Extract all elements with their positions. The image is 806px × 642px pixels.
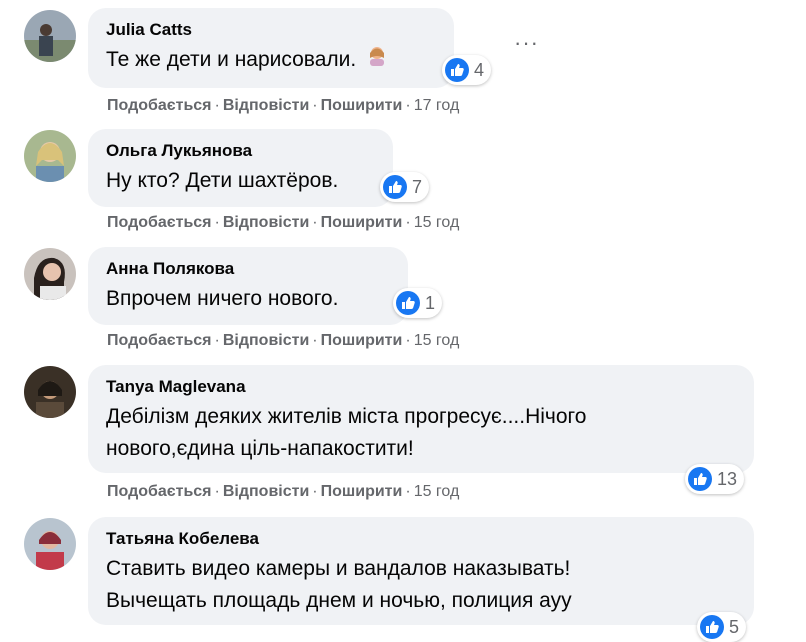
comment-text: Ставить видео камеры и вандалов наказыва… [106, 553, 738, 617]
thumbs-up-icon [700, 615, 724, 639]
comment-actions: Подобається · Відповісти · Поширити · 15 год [107, 213, 459, 233]
separator: · [214, 332, 220, 349]
timestamp[interactable]: 17 год [414, 97, 460, 114]
separator: · [312, 332, 318, 349]
comment-bubble: Анна Полякова Впрочем ничего нового. [88, 247, 408, 325]
like-link[interactable]: Подобається [107, 214, 212, 231]
timestamp[interactable]: 15 год [414, 483, 460, 500]
separator: · [405, 483, 411, 500]
separator: · [214, 483, 220, 500]
comment-text: Дебілізм деяких жителів міста прогресує.… [106, 401, 738, 465]
comment-actions: Подобається · Відповісти · Поширити · 17 год [107, 96, 459, 116]
comment-actions: Подобається · Відповісти · Поширити · 15 год [107, 331, 459, 351]
reaction-count[interactable]: 7 [380, 172, 430, 202]
share-link[interactable]: Поширити [321, 214, 403, 231]
avatar[interactable] [24, 130, 76, 182]
comment-bubble: Ольга Лукьянова Ну кто? Дети шахтёров. [88, 129, 393, 207]
avatar[interactable] [24, 248, 76, 300]
comment-author[interactable]: Анна Полякова [106, 258, 392, 280]
share-link[interactable]: Поширити [321, 483, 403, 500]
comment-author[interactable]: Julia Catts [106, 19, 438, 41]
share-link[interactable]: Поширити [321, 332, 403, 349]
share-link[interactable]: Поширити [321, 97, 403, 114]
comment-text-line: Дебілізм деяких жителів міста прогресує.… [106, 405, 587, 428]
reply-link[interactable]: Відповісти [223, 483, 309, 500]
thumbs-up-icon [445, 58, 469, 82]
separator: · [214, 97, 220, 114]
reaction-number: 5 [729, 616, 740, 637]
separator: · [312, 483, 318, 500]
comment-text-line: Ставить видео камеры и вандалов наказыва… [106, 557, 571, 580]
reaction-count[interactable]: 13 [685, 464, 745, 494]
reaction-number: 7 [412, 176, 423, 197]
comment-text: Ну кто? Дети шахтёров. [106, 169, 339, 192]
thumbs-up-icon [396, 291, 420, 315]
thumbs-up-icon [383, 175, 407, 199]
comment-bubble: Tanya Maglevana Дебілізм деяких жителів … [88, 365, 754, 473]
separator: · [214, 214, 220, 231]
comment-actions: Подобається · Відповісти · Поширити · 15 год [107, 482, 459, 502]
reply-link[interactable]: Відповісти [223, 214, 309, 231]
reaction-count[interactable]: 4 [442, 55, 492, 85]
thumbs-up-icon [688, 467, 712, 491]
timestamp[interactable]: 15 год [414, 214, 460, 231]
person-emoji-icon [366, 44, 388, 76]
reaction-count[interactable]: 1 [393, 288, 443, 318]
timestamp[interactable]: 15 год [414, 332, 460, 349]
like-link[interactable]: Подобається [107, 97, 212, 114]
avatar[interactable] [24, 10, 76, 62]
avatar[interactable] [24, 366, 76, 418]
like-link[interactable]: Подобається [107, 332, 212, 349]
comment-bubble: Татьяна Кобелева Ставить видео камеры и … [88, 517, 754, 625]
separator: · [312, 214, 318, 231]
comment-text-line: Вычещать площадь днем и ночью, полиция а… [106, 589, 572, 612]
reaction-number: 1 [425, 292, 436, 313]
reaction-count[interactable]: 5 [697, 612, 747, 642]
comment-author[interactable]: Татьяна Кобелева [106, 528, 738, 550]
comment-text-content: Те же дети и нарисовали. [106, 48, 357, 71]
like-link[interactable]: Подобається [107, 483, 212, 500]
comment-text: Впрочем ничего нового. [106, 287, 339, 310]
reply-link[interactable]: Відповісти [223, 332, 309, 349]
comment-author[interactable]: Ольга Лукьянова [106, 140, 377, 162]
comment-text: Те же дети и нарисовали. [106, 44, 438, 76]
separator: · [405, 97, 411, 114]
avatar[interactable] [24, 518, 76, 570]
reply-link[interactable]: Відповісти [223, 97, 309, 114]
reaction-number: 13 [717, 468, 738, 489]
separator: · [405, 214, 411, 231]
reaction-number: 4 [474, 59, 485, 80]
separator: · [405, 332, 411, 349]
separator: · [312, 97, 318, 114]
comment-bubble: Julia Catts Те же дети и нарисовали. [88, 8, 454, 88]
more-options-icon[interactable]: ··· [514, 32, 539, 54]
comment-text-line: нового,єдина ціль-напакостити! [106, 437, 414, 460]
comment-author[interactable]: Tanya Maglevana [106, 376, 738, 398]
